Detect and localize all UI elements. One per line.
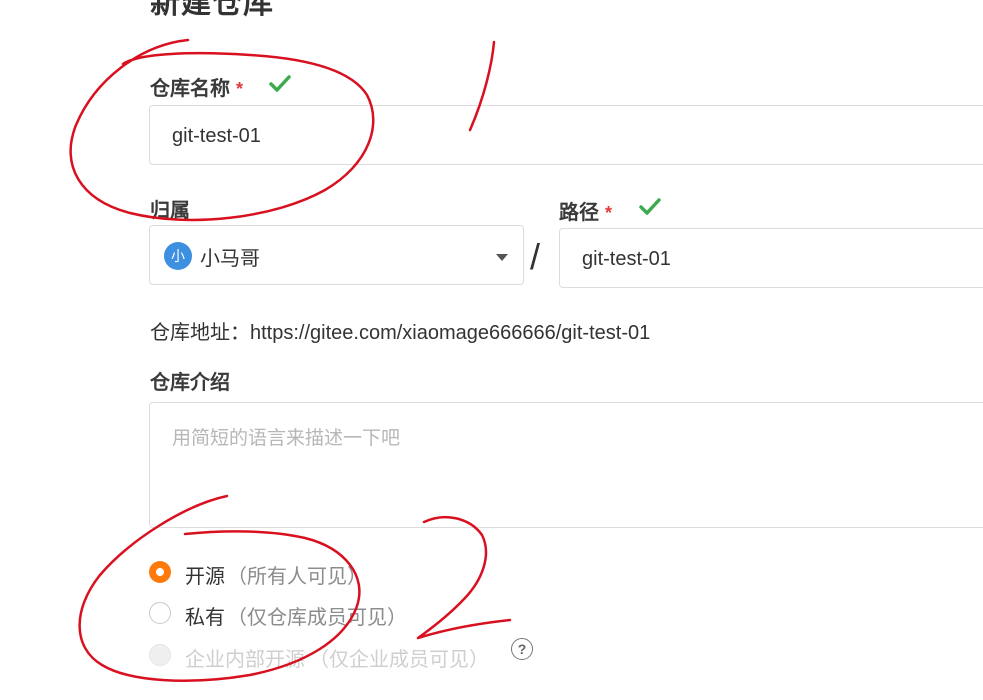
- visibility-option-internal: 企业内部开源 （仅企业成员可见）: [149, 643, 509, 671]
- description-label: 仓库介绍: [150, 372, 230, 394]
- repo-name-label-text: 仓库名称: [150, 78, 230, 100]
- valid-check-icon: [639, 198, 661, 215]
- repo-url-value: https://gitee.com/xiaomage666666/git-tes…: [250, 322, 651, 344]
- owner-select[interactable]: 小 小马哥: [149, 225, 524, 285]
- option-label: 企业内部开源: [185, 649, 305, 671]
- repo-name-label: 仓库名称 *: [150, 72, 243, 101]
- repo-url-label: 仓库地址：: [150, 322, 250, 344]
- radio-selected-icon[interactable]: [149, 561, 171, 583]
- option-hint: （仅仓库成员可见）: [227, 607, 407, 629]
- option-hint: （仅企业成员可见）: [309, 649, 489, 671]
- radio-unselected-icon[interactable]: [149, 602, 171, 624]
- chevron-down-icon: [496, 254, 508, 261]
- description-placeholder: 用简短的语言来描述一下吧: [172, 428, 401, 449]
- help-icon[interactable]: ?: [511, 638, 533, 660]
- path-label-text: 路径: [559, 202, 599, 224]
- repo-url: 仓库地址：https://gitee.com/xiaomage666666/gi…: [150, 316, 650, 345]
- path-separator: /: [530, 236, 541, 277]
- path-label: 路径 *: [559, 196, 612, 225]
- owner-avatar: 小: [164, 242, 192, 270]
- repo-name-input[interactable]: git-test-01: [149, 105, 983, 165]
- option-label: 私有: [185, 607, 225, 629]
- option-hint: （所有人可见）: [227, 566, 367, 588]
- owner-value: 小马哥: [200, 248, 260, 270]
- visibility-option-private[interactable]: 私有 （仅仓库成员可见）: [149, 601, 449, 629]
- valid-check-icon: [269, 75, 291, 92]
- radio-disabled-icon: [149, 644, 171, 666]
- owner-label: 归属: [150, 200, 190, 222]
- repo-name-value: git-test-01: [172, 125, 261, 147]
- page-title: 新建仓库: [150, 0, 274, 20]
- description-textarea[interactable]: 用简短的语言来描述一下吧: [149, 402, 983, 528]
- visibility-option-open[interactable]: 开源 （所有人可见）: [149, 560, 449, 588]
- option-label: 开源: [185, 566, 225, 588]
- required-mark: *: [236, 79, 244, 99]
- required-mark: *: [605, 203, 613, 223]
- path-value: git-test-01: [582, 248, 671, 270]
- path-input[interactable]: git-test-01: [559, 228, 983, 288]
